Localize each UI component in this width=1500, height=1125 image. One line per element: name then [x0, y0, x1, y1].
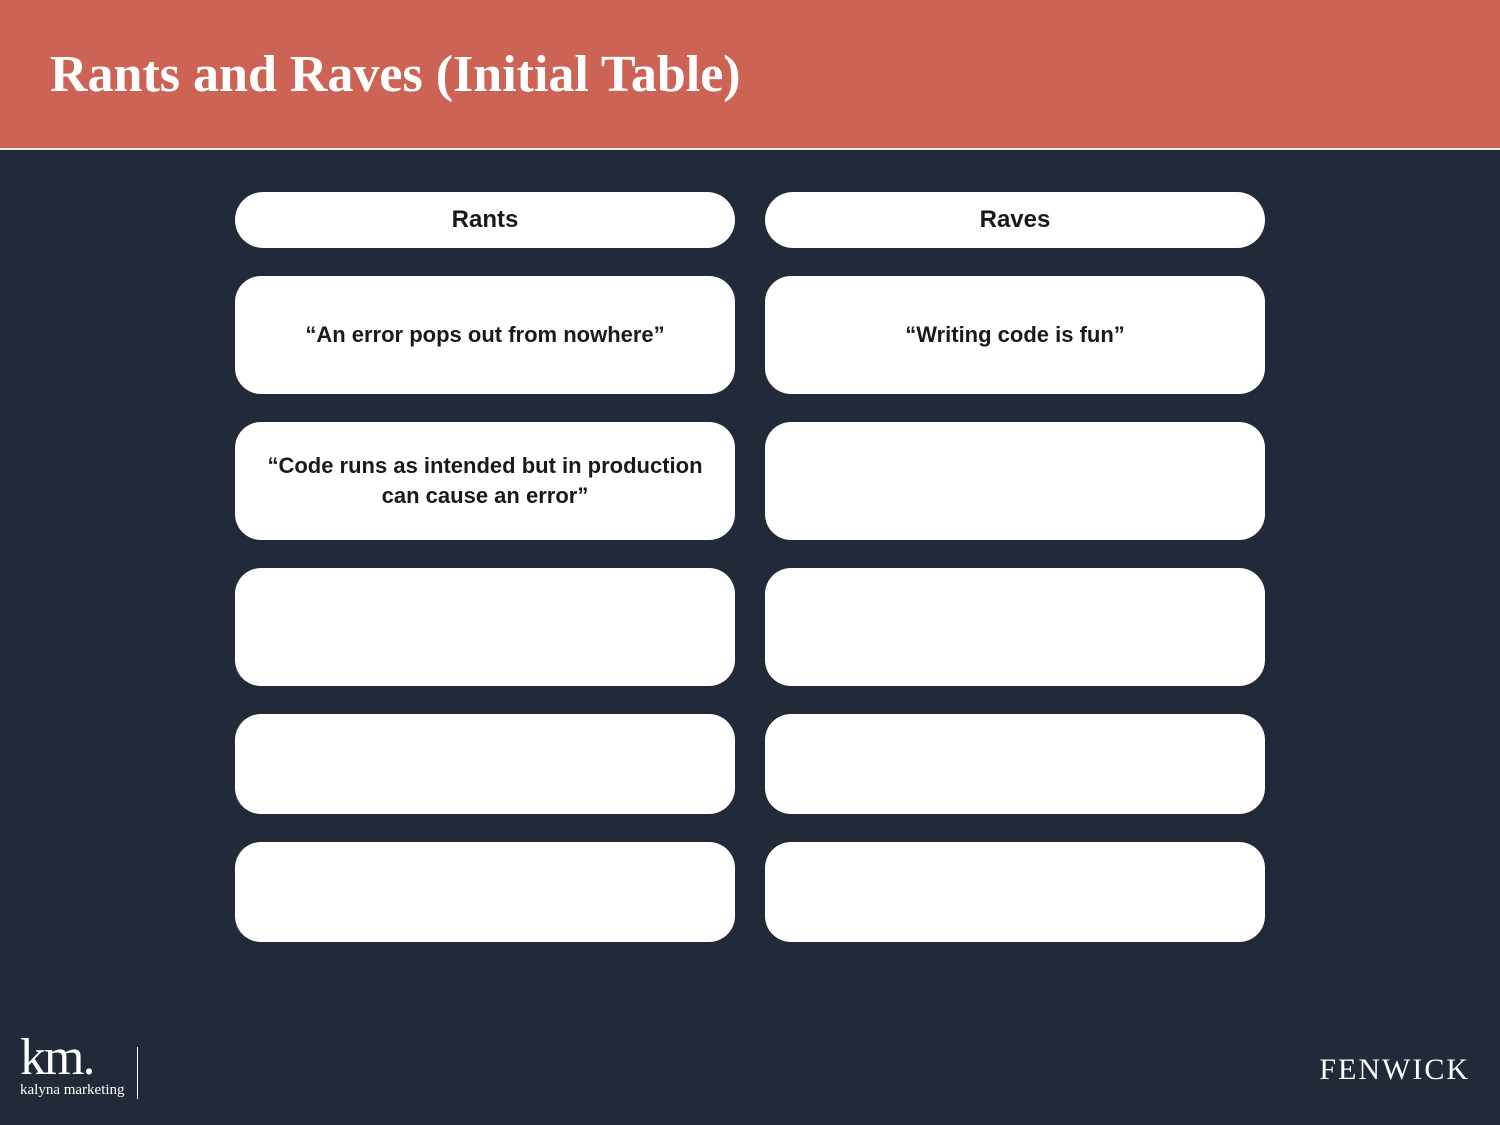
table-cell: “Writing code is fun” [765, 276, 1265, 394]
column-header-raves: Raves [765, 192, 1265, 248]
logo-kalyna-sub: kalyna marketing [20, 1082, 125, 1099]
column-rants: Rants “An error pops out from nowhere” “… [235, 192, 735, 942]
table-cell [235, 714, 735, 814]
logo-fenwick: FENWICK [1319, 1053, 1470, 1087]
column-header-rants: Rants [235, 192, 735, 248]
table-cell [235, 842, 735, 942]
table-cell: “An error pops out from nowhere” [235, 276, 735, 394]
logo-divider [137, 1047, 138, 1099]
table-area: Rants “An error pops out from nowhere” “… [0, 150, 1500, 942]
page-title: Rants and Raves (Initial Table) [50, 45, 741, 104]
logo-kalyna: km. kalyna marketing [20, 1035, 138, 1103]
table-cell: “Code runs as intended but in production… [235, 422, 735, 540]
header-band: Rants and Raves (Initial Table) [0, 0, 1500, 150]
table-cell [765, 842, 1265, 942]
table-cell [765, 714, 1265, 814]
column-raves: Raves “Writing code is fun” [765, 192, 1265, 942]
table-cell [765, 422, 1265, 540]
table-cell [235, 568, 735, 686]
logo-kalyna-mark: km. [20, 1035, 93, 1082]
table-cell [765, 568, 1265, 686]
